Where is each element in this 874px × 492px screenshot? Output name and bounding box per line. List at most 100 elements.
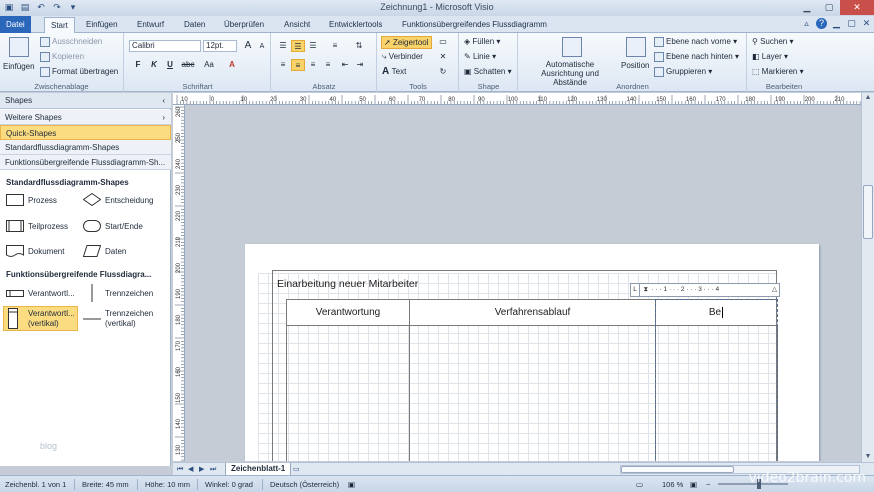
doc-restore-icon[interactable]: ▢	[846, 18, 857, 29]
shape-separator[interactable]: Trennzeichen	[105, 289, 153, 299]
status-separator	[262, 479, 263, 490]
minimize-ribbon-icon[interactable]: ▵	[801, 18, 812, 29]
align-middle-button[interactable]: ☰	[291, 40, 305, 52]
shape-start-end[interactable]: Start/Ende	[105, 222, 143, 232]
change-case-button[interactable]: Aa	[200, 59, 218, 71]
lane-header-responsibility[interactable]: Verantwortung	[286, 299, 410, 326]
tab-data[interactable]: Daten	[178, 17, 211, 33]
shrink-font-button[interactable]: A	[255, 41, 269, 53]
scroll-up-icon[interactable]: ▲	[862, 93, 874, 103]
category-more-shapes[interactable]: Weitere Shapes ›	[0, 110, 171, 125]
close-button[interactable]: ✕	[840, 0, 874, 15]
zoom-out-icon[interactable]: −	[706, 476, 710, 492]
full-screen-icon[interactable]: ▭	[636, 476, 643, 492]
increase-indent-button[interactable]: ⇥	[353, 59, 367, 71]
status-page[interactable]: Zeichenbl. 1 von 1	[5, 476, 66, 492]
tab-start[interactable]: Start	[44, 17, 75, 34]
shape-decision[interactable]: Entscheidung	[105, 196, 153, 206]
doc-close-icon[interactable]: ✕	[861, 18, 872, 29]
tab-developer[interactable]: Entwicklertools	[323, 17, 388, 33]
text-direction-button[interactable]: ⇅	[352, 40, 366, 52]
horizontal-scroll-thumb[interactable]	[621, 466, 734, 473]
macro-record-icon[interactable]: ▣	[348, 476, 355, 492]
tab-cross-functional[interactable]: Funktionsübergreifendes Flussdiagramm	[396, 17, 553, 33]
doc-minimize-icon[interactable]: ▁	[831, 18, 842, 29]
find-button[interactable]: ⚲ Suchen ▾	[752, 36, 793, 47]
drawing-page[interactable]: Einarbeitung neuer Mitarbeiter Verantwor…	[245, 244, 819, 461]
category-standard-flowchart[interactable]: Standardflussdiagramm-Shapes	[0, 140, 171, 155]
bring-forward-button[interactable]: Ebene nach vorne ▾	[654, 36, 737, 47]
help-icon[interactable]: ?	[816, 18, 827, 29]
shape-subprocess[interactable]: Teilprozess	[28, 222, 68, 232]
italic-button[interactable]: K	[147, 59, 161, 71]
align-top-button[interactable]: ☰	[276, 40, 290, 52]
rotate-icon[interactable]: ↻	[436, 66, 450, 78]
shadow-button[interactable]: ▣ Schatten ▾	[464, 66, 512, 77]
shape-data[interactable]: Daten	[105, 247, 126, 257]
bold-button[interactable]: F	[131, 59, 145, 71]
font-size-select[interactable]: 12pt.	[203, 40, 237, 52]
shape-document[interactable]: Dokument	[28, 247, 64, 257]
indent-marker-icon[interactable]: ⧗	[642, 284, 650, 296]
align-left-button[interactable]: ≡	[276, 59, 290, 71]
tab-design[interactable]: Entwurf	[131, 17, 170, 33]
pointer-tool-button[interactable]: ➚ Zeigertool	[381, 36, 432, 49]
format-painter-button[interactable]: Format übertragen	[40, 66, 118, 77]
underline-button[interactable]: U	[163, 59, 177, 71]
category-cross-functional[interactable]: Funktionsübergreifende Flussdiagramm-Sh.…	[0, 155, 171, 170]
align-right-button[interactable]: ≡	[306, 59, 320, 71]
shape-separator-vertical[interactable]: Trennzeichen (vertikal)	[105, 309, 165, 329]
tab-file[interactable]: Datei	[0, 16, 31, 33]
tab-insert[interactable]: Einfügen	[80, 17, 124, 33]
tab-view[interactable]: Ansicht	[278, 17, 316, 33]
select-button[interactable]: ⬚ Markieren ▾	[752, 66, 804, 77]
strikethrough-button[interactable]: abc	[179, 59, 197, 71]
drawing-canvas[interactable]: Einarbeitung neuer Mitarbeiter Verantwor…	[185, 105, 861, 461]
cut-button[interactable]: Ausschneiden	[40, 36, 102, 47]
font-family-select[interactable]: Calibri	[129, 40, 201, 52]
fill-button[interactable]: ◈ Füllen ▾	[464, 36, 500, 47]
copy-button[interactable]: Kopieren	[40, 51, 84, 62]
shape-swimlane[interactable]: Verantwortl...	[28, 289, 75, 299]
vertical-ruler: 260 250 240 230 220 210 200 190 180 170 160 150 140 1…	[173, 105, 185, 461]
align-center-button[interactable]: ≡	[291, 59, 305, 71]
connector-tool-button[interactable]: ⤷ Verbinder	[382, 51, 423, 62]
minimize-button[interactable]: ▁	[796, 0, 818, 15]
line-button[interactable]: ✎ Linie ▾	[464, 51, 496, 62]
process-shape-icon	[6, 194, 24, 206]
bullets-button[interactable]: ≡	[328, 40, 342, 52]
send-backward-button[interactable]: Ebene nach hinten ▾	[654, 51, 739, 62]
maximize-button[interactable]: ▢	[818, 0, 840, 15]
category-quick-shapes[interactable]: Quick-Shapes	[0, 125, 171, 140]
pool-title[interactable]: Einarbeitung neuer Mitarbeiter	[277, 278, 418, 290]
decrease-indent-button[interactable]: ⇤	[338, 59, 352, 71]
paste-button[interactable]: Einfügen	[3, 61, 35, 72]
align-bottom-button[interactable]: ☰	[306, 40, 320, 52]
right-indent-icon[interactable]: △	[772, 284, 777, 296]
vertical-scrollbar[interactable]: ▲ ▼	[861, 93, 874, 462]
layer-button[interactable]: ◧ Layer ▾	[752, 51, 788, 62]
vertical-scroll-thumb[interactable]	[863, 185, 873, 239]
swimlane-pool[interactable]: Einarbeitung neuer Mitarbeiter Verantwor…	[272, 270, 780, 461]
text-tool-button[interactable]: A Text	[382, 66, 406, 77]
fit-page-icon[interactable]: ▣	[690, 476, 697, 492]
zoom-value[interactable]: 106 %	[662, 476, 683, 492]
grow-font-button[interactable]: A	[241, 40, 255, 52]
tab-review[interactable]: Überprüfen	[218, 17, 270, 33]
ruler-label: 170	[176, 340, 182, 351]
ruler-label: 150	[656, 97, 667, 103]
justify-button[interactable]: ≡	[321, 59, 335, 71]
copy-icon	[40, 51, 50, 62]
group-button[interactable]: Gruppieren ▾	[654, 66, 712, 77]
rectangle-tool-icon[interactable]: ▭	[436, 36, 450, 48]
shape-process[interactable]: Prozess	[28, 196, 57, 206]
status-language[interactable]: Deutsch (Österreich)	[270, 476, 339, 492]
scroll-down-icon[interactable]: ▼	[862, 452, 874, 462]
collapse-panel-icon[interactable]: ‹	[162, 93, 165, 109]
font-color-button[interactable]: A	[225, 59, 239, 71]
position-button[interactable]: Position	[621, 60, 649, 71]
delete-x-icon[interactable]: ✕	[436, 51, 450, 63]
tab-stop-icon[interactable]: L	[631, 284, 640, 296]
lane-header-process[interactable]: Verfahrensablauf	[409, 299, 656, 326]
window-controls: ▁ ▢ ✕	[796, 0, 874, 15]
